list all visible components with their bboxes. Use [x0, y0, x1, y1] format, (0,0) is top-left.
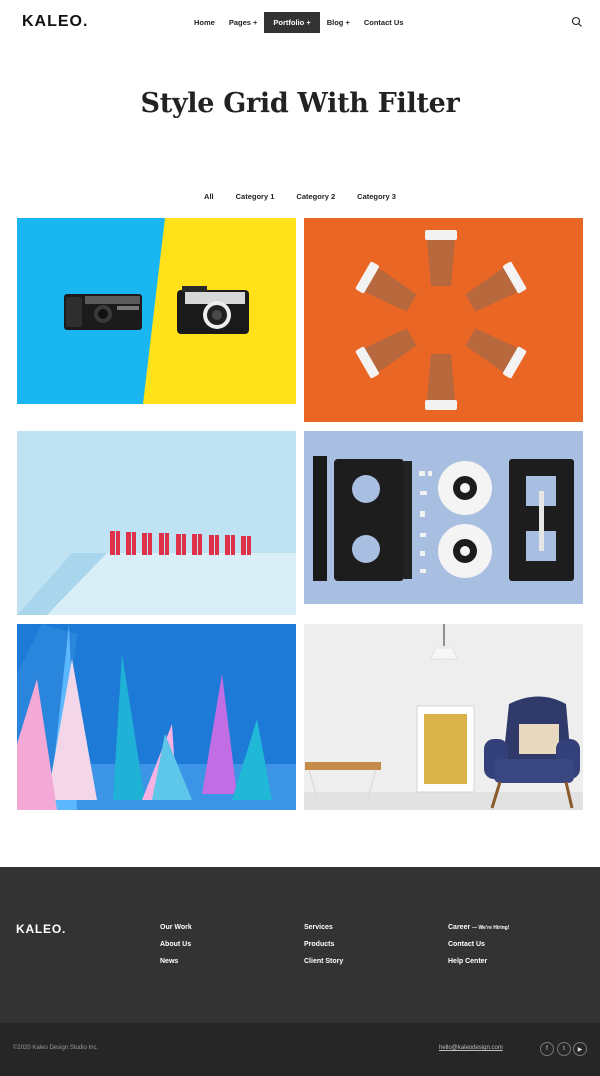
portfolio-item-videotape[interactable] [304, 431, 583, 604]
footer-link-help-center[interactable]: Help Center [448, 957, 509, 974]
portfolio-item-cameras[interactable] [17, 218, 296, 404]
filter-category-1[interactable]: Category 1 [236, 192, 275, 201]
footer-link-our-work[interactable]: Our Work [160, 923, 192, 940]
nav-home[interactable]: Home [187, 12, 222, 33]
footer-link-services[interactable]: Services [304, 923, 343, 940]
filter-category-3[interactable]: Category 3 [357, 192, 396, 201]
nav-portfolio[interactable]: Portfolio + [264, 12, 320, 33]
portfolio-item-cups[interactable] [304, 218, 583, 422]
portfolio-item-clothespins[interactable] [17, 431, 296, 615]
videotape-image [304, 431, 583, 604]
armchair-image [304, 624, 583, 810]
nav-contact[interactable]: Contact Us [357, 12, 411, 33]
portfolio-item-armchair[interactable] [304, 624, 583, 810]
cameras-image [17, 218, 296, 404]
site-header: KALEO. Home Pages + Portfolio + Blog + C… [0, 0, 600, 45]
cones-image [17, 624, 296, 810]
footer-logo[interactable]: KALEO. [16, 922, 66, 936]
hiring-note: — We're Hiring! [472, 925, 510, 931]
portfolio-item-cones[interactable] [17, 624, 296, 810]
footer-link-career-label: Career [448, 924, 471, 931]
footer-column-3: Career — We're Hiring! Contact Us Help C… [448, 923, 509, 974]
site-footer: KALEO. Our Work About Us News Services P… [0, 867, 600, 1023]
youtube-icon[interactable]: ▶ [573, 1042, 587, 1056]
footer-column-2: Services Products Client Story [304, 923, 343, 974]
copyright-text: ©2020 Kaleo Design Studio Inc. [13, 1045, 99, 1051]
filter-all[interactable]: All [204, 192, 214, 201]
facebook-icon[interactable]: f [540, 1042, 554, 1056]
twitter-icon[interactable]: t [557, 1042, 571, 1056]
nav-pages[interactable]: Pages + [222, 12, 265, 33]
footer-link-client-story[interactable]: Client Story [304, 957, 343, 974]
footer-link-products[interactable]: Products [304, 940, 343, 957]
footer-link-about-us[interactable]: About Us [160, 940, 192, 957]
footer-bottom-bar: ©2020 Kaleo Design Studio Inc. hello@kal… [0, 1023, 600, 1076]
contact-email-link[interactable]: hello@kaleodesign.com [439, 1045, 503, 1051]
search-icon[interactable] [571, 16, 583, 28]
portfolio-filter: All Category 1 Category 2 Category 3 [0, 192, 600, 201]
page-title: Style Grid With Filter [140, 88, 460, 119]
site-logo[interactable]: KALEO. [22, 13, 88, 31]
footer-link-news[interactable]: News [160, 957, 192, 974]
filter-category-2[interactable]: Category 2 [296, 192, 335, 201]
cups-image [304, 218, 583, 422]
footer-link-career[interactable]: Career — We're Hiring! [448, 923, 509, 940]
nav-blog[interactable]: Blog + [320, 12, 357, 33]
clothespins-image [17, 431, 296, 615]
footer-column-1: Our Work About Us News [160, 923, 192, 974]
main-nav: Home Pages + Portfolio + Blog + Contact … [187, 12, 410, 33]
footer-link-contact-us[interactable]: Contact Us [448, 940, 509, 957]
